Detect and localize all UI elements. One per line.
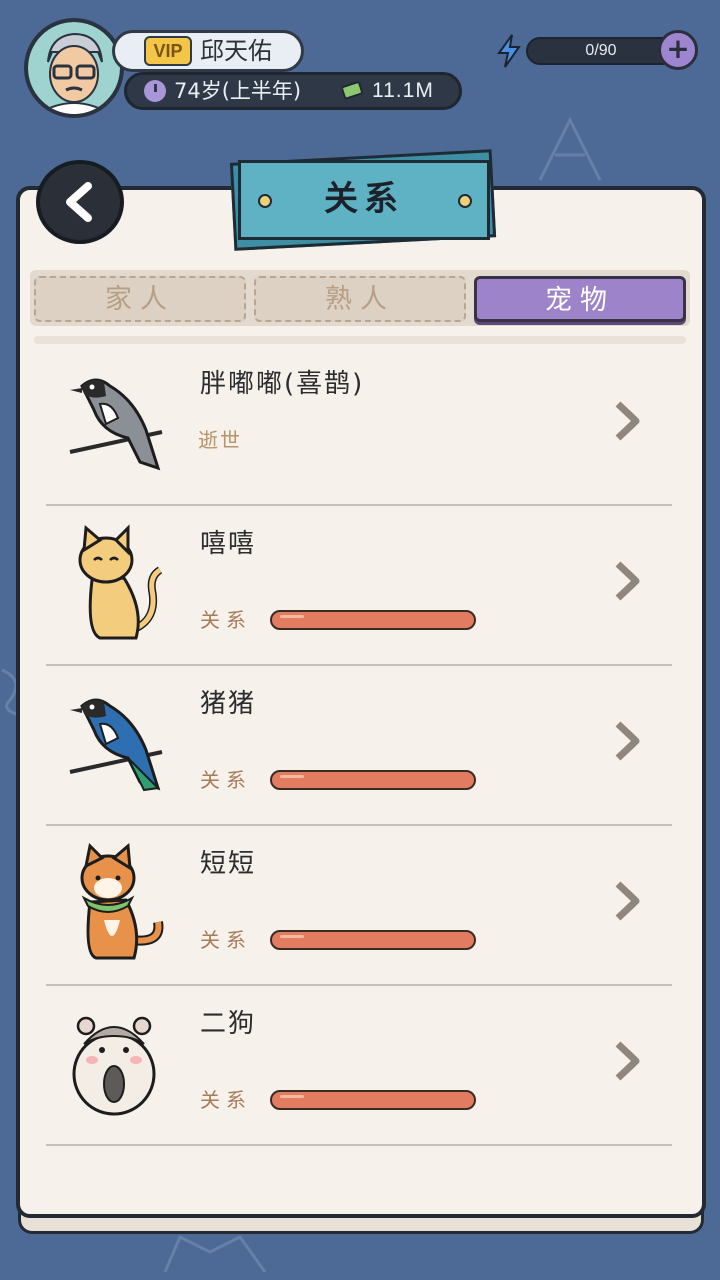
tab-pets[interactable]: 宠物 [474,276,686,322]
hamster-icon [72,1016,156,1116]
pet-name: 二狗 [200,1009,257,1039]
tab-acquaintances[interactable]: 熟人 [254,276,466,322]
relation-bar [270,770,476,790]
player-money: 11.1M [372,79,434,102]
money-icon [342,81,363,100]
old-man-portrait-icon [28,22,120,114]
add-energy-button[interactable]: + [658,30,698,70]
magpie-gray-icon [69,378,163,471]
relation-bar [270,1090,476,1110]
chevron-right-icon [615,561,640,601]
pet-name: 嘻嘻 [200,529,257,559]
relation-bar [270,930,476,950]
relation-label: 关系 [200,608,252,632]
player-avatar[interactable] [24,18,124,118]
relation-label: 关系 [200,1088,252,1112]
pet-row[interactable]: 二狗 关系 [46,986,672,1146]
chevron-right-icon [615,1041,640,1081]
back-button[interactable] [36,160,124,244]
relation-bar [270,610,476,630]
pet-row[interactable]: 猪猪 关系 [46,666,672,826]
pet-name: 短短 [200,849,257,879]
tab-divider [34,336,686,344]
pet-status-deceased: 逝世 [198,428,242,452]
page-title: 关系 [324,179,404,219]
vip-badge: VIP [144,36,192,66]
pet-name: 胖嘟嘟(喜鹊) [200,369,365,399]
background-doodle [538,116,602,181]
clock-icon [144,80,166,102]
pet-row[interactable]: 短短 关系 [46,826,672,986]
chevron-right-icon [615,721,640,761]
lightning-icon [497,34,521,68]
background-doodle [163,1234,267,1273]
cat-icon [78,524,163,640]
chevron-right-icon [615,881,640,921]
energy-value: 0/90 [585,42,617,59]
shiba-dog-icon [80,842,164,960]
magpie-blue-icon [69,698,163,792]
pet-row[interactable]: 胖嘟嘟(喜鹊) 逝世 [46,346,672,506]
relation-label: 关系 [200,768,252,792]
pet-name: 猪猪 [200,689,257,719]
relation-label: 关系 [200,928,252,952]
tab-family[interactable]: 家人 [34,276,246,322]
chevron-right-icon [615,401,640,441]
pet-row[interactable]: 嘻嘻 关系 [46,506,672,666]
chevron-left-icon [66,182,92,222]
player-name: 邱天佑 [200,37,272,65]
player-age: 74岁(上半年) [174,79,302,103]
